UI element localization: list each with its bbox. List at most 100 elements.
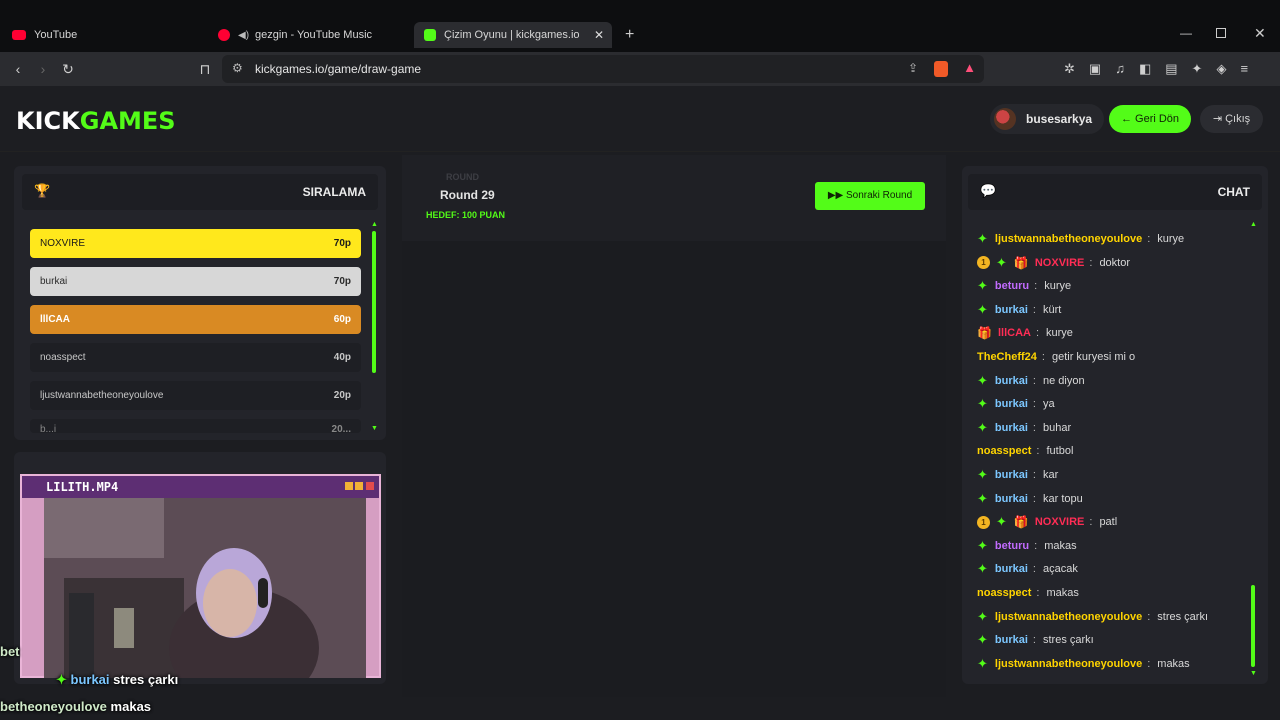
chat-message: ✦ beturu: kurye <box>977 277 1071 295</box>
sidebar-icon[interactable]: ◧ <box>1139 61 1165 76</box>
subscriber-star-icon: ✦ <box>977 561 988 577</box>
chat-username[interactable]: burkai <box>995 631 1028 649</box>
forward-arrow-icon[interactable]: › <box>35 61 51 77</box>
player-name: ljustwannabetheoneyoulove <box>40 390 164 401</box>
tab-youtube[interactable]: YouTube <box>12 22 77 48</box>
scroll-up-icon[interactable]: ▲ <box>371 221 378 228</box>
url-text[interactable]: kickgames.io/game/draw-game <box>255 62 421 76</box>
gift-icon: 🎁 <box>1013 515 1029 530</box>
chat-username[interactable]: ljustwannabetheoneyoulove <box>995 608 1142 626</box>
back-arrow-icon[interactable]: ‹ <box>10 61 26 77</box>
chat-bubbles-icon: 💬 <box>980 183 997 198</box>
brave-shield-icon[interactable] <box>934 61 948 77</box>
close-window-icon[interactable]: ✕ <box>1254 25 1266 42</box>
chat-username[interactable]: burkai <box>995 419 1028 437</box>
chat-message: ✦ burkai: kürt <box>977 301 1061 319</box>
tab-label: gezgin - YouTube Music <box>255 29 373 41</box>
next-round-button[interactable]: ▶▶ Sonraki Round <box>815 182 925 210</box>
kickgames-logo[interactable]: KICKGAMES <box>16 107 176 135</box>
menu-icon[interactable]: ≡ <box>1240 61 1262 76</box>
chat-separator: : <box>1041 351 1045 363</box>
target-label: HEDEF: 100 PUAN <box>426 210 506 220</box>
leo-icon[interactable]: ✦ <box>1192 61 1217 76</box>
player-points: 70p <box>333 238 351 249</box>
chat-username[interactable]: ljustwannabetheoneyoulove <box>995 230 1142 248</box>
webcam-title: LILITH.MP4 <box>46 480 119 494</box>
back-button[interactable]: ← Geri Dön <box>1109 105 1191 133</box>
subscriber-star-icon: ✦ <box>977 396 988 412</box>
vpn-icon[interactable]: ◈ <box>1216 61 1240 76</box>
chat-text: stres çarkı <box>1157 610 1209 623</box>
drawing-canvas[interactable] <box>402 241 946 697</box>
overlay-username: burkai <box>70 672 110 687</box>
chat-separator: : <box>1034 280 1038 293</box>
scroll-down-icon[interactable]: ▼ <box>371 425 378 432</box>
chat-text: futbol <box>1046 445 1074 458</box>
chat-username[interactable]: TheCheff24 <box>977 348 1037 366</box>
chat-username[interactable]: burkai <box>995 490 1028 508</box>
chat-username[interactable]: burkai <box>995 466 1028 484</box>
speaker-icon[interactable]: ◀) <box>238 30 249 41</box>
youtube-icon <box>12 30 26 40</box>
chat-username[interactable]: burkai <box>995 301 1028 319</box>
coin-badge-icon: 1 <box>977 515 990 529</box>
chat-text: stres çarkı <box>1042 634 1094 647</box>
overlay-chat-line: ✦ burkai stres çarkı <box>56 672 178 688</box>
new-tab-icon[interactable]: + <box>625 26 634 44</box>
chat-username[interactable]: ljustwannabetheoneyoulove <box>995 655 1142 673</box>
brave-rewards-icon[interactable]: ▲ <box>963 60 976 75</box>
bookmark-icon[interactable]: ⊓ <box>197 61 213 77</box>
share-icon[interactable]: ⇪ <box>908 61 918 75</box>
chat-username[interactable]: burkai <box>995 372 1028 390</box>
chat-separator: : <box>1032 634 1036 647</box>
chat-message: ✦ beturu: makas <box>977 537 1077 555</box>
chat-text: kar topu <box>1042 492 1083 505</box>
chat-message: ✦ ljustwannabetheoneyoulove: makas <box>977 655 1190 673</box>
leaderboard-row: lllCAA 60p <box>30 305 361 334</box>
leaderboard-scrollbar[interactable] <box>372 231 376 373</box>
chat-text: kurye <box>1157 233 1185 245</box>
user-profile-chip[interactable]: busesarkya <box>990 104 1105 134</box>
chat-username[interactable]: burkai <box>995 560 1028 578</box>
chat-username[interactable]: burkai <box>995 395 1028 413</box>
chat-username[interactable]: lllCAA <box>998 324 1031 342</box>
chat-message: ✦ burkai: stres çarkı <box>977 631 1094 649</box>
screenshot-icon[interactable]: ▣ <box>1089 61 1115 76</box>
minimize-icon[interactable]: — <box>1180 26 1192 40</box>
wallet-icon[interactable]: ▤ <box>1165 61 1191 76</box>
chat-username[interactable]: NOXVIRE <box>1035 513 1085 531</box>
webcam-feed <box>44 498 366 678</box>
chat-text: patl <box>1099 516 1118 529</box>
chat-username[interactable]: noasspect <box>977 584 1031 602</box>
chat-username[interactable]: NOXVIRE <box>1035 254 1085 272</box>
site-info-icon[interactable]: ⚙ <box>232 61 243 75</box>
scroll-up-icon[interactable]: ▲ <box>1250 221 1257 228</box>
address-bar[interactable]: ⚙ kickgames.io/game/draw-game ⇪ ▲ <box>222 55 984 83</box>
chat-username[interactable]: noasspect <box>977 442 1031 460</box>
subscriber-star-icon: ✦ <box>977 372 988 388</box>
overlay-username: betheoneyoulove <box>0 699 107 714</box>
player-name: burkai <box>40 276 68 287</box>
subscriber-star-icon: ✦ <box>977 419 988 435</box>
logout-button[interactable]: ⇥ Çıkış <box>1200 105 1263 133</box>
tab-youtube-music[interactable]: ◀) gezgin - YouTube Music <box>218 22 372 48</box>
chat-separator: : <box>1034 539 1038 552</box>
chat-scrollbar[interactable] <box>1251 585 1255 667</box>
back-button-label: Geri Dön <box>1135 113 1180 125</box>
subscriber-star-icon: ✦ <box>977 231 988 246</box>
reload-icon[interactable]: ↻ <box>60 61 76 77</box>
chat-username[interactable]: beturu <box>995 537 1029 555</box>
music-icon[interactable]: ♫ <box>1115 61 1139 76</box>
subscriber-star-icon: ✦ <box>977 467 988 482</box>
close-tab-icon[interactable]: ✕ <box>594 28 604 42</box>
tab-kickgames[interactable]: Çizim Oyunu | kickgames.io ✕ <box>414 22 612 48</box>
chat-message: noasspect: futbol <box>977 442 1073 460</box>
username: busesarkya <box>1026 112 1093 126</box>
maximize-icon[interactable] <box>1216 28 1226 38</box>
extensions-icon[interactable]: ✲ <box>1064 61 1089 76</box>
scroll-down-icon[interactable]: ▼ <box>1250 670 1257 677</box>
overlay-message: stres çarkı <box>113 672 179 687</box>
window-close-icon <box>366 482 374 490</box>
chat-username[interactable]: beturu <box>995 277 1029 295</box>
logout-button-label: Çıkış <box>1225 113 1251 125</box>
